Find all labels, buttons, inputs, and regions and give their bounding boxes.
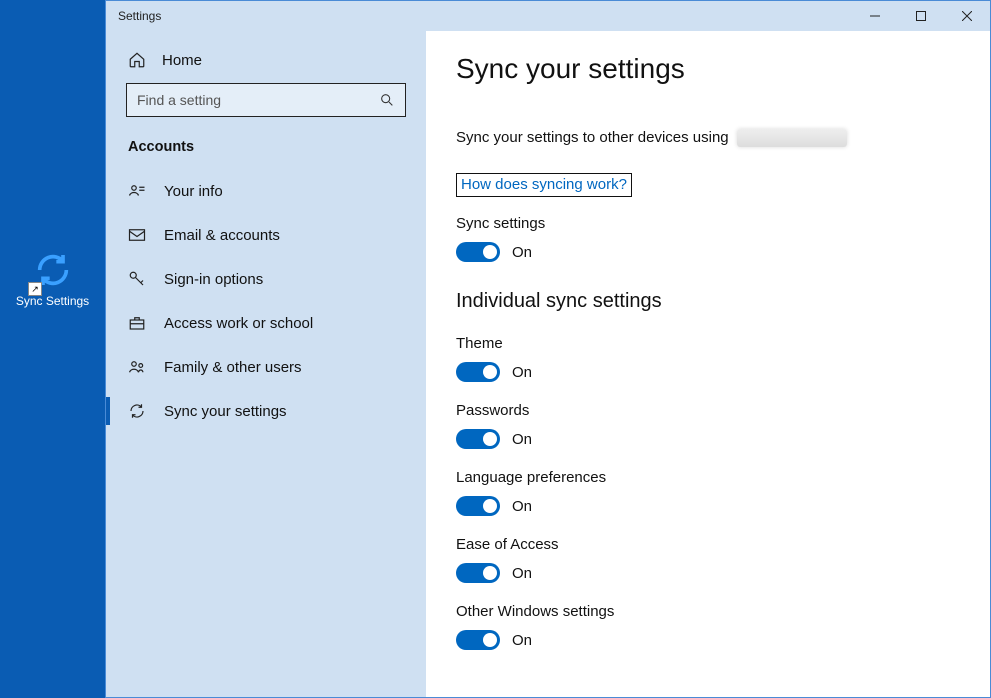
- sync-settings-state: On: [512, 244, 532, 261]
- language-label: Language preferences: [456, 469, 960, 486]
- sync-settings-toggle[interactable]: [456, 242, 500, 262]
- sidebar-item-label: Family & other users: [164, 359, 302, 376]
- mail-icon: [128, 226, 146, 244]
- sidebar-category: Accounts: [126, 139, 406, 155]
- home-icon: [128, 51, 146, 69]
- ease-access-state: On: [512, 565, 532, 582]
- content-pane[interactable]: Sync your settings Sync your settings to…: [426, 31, 990, 697]
- theme-label: Theme: [456, 335, 960, 352]
- sidebar-item-signin-options[interactable]: Sign-in options: [126, 257, 406, 301]
- people-icon: [128, 358, 146, 376]
- ease-access-toggle[interactable]: [456, 563, 500, 583]
- key-icon: [128, 270, 146, 288]
- desktop-background: ↗ Sync Settings: [0, 0, 105, 698]
- account-name-redacted: [737, 129, 847, 147]
- settings-window: Settings Home Accounts: [105, 0, 991, 698]
- ease-access-label: Ease of Access: [456, 536, 960, 553]
- maximize-button[interactable]: [898, 1, 944, 31]
- sidebar-item-sync-settings[interactable]: Sync your settings: [126, 389, 406, 433]
- sync-icon: [128, 402, 146, 420]
- page-title: Sync your settings: [456, 53, 960, 85]
- passwords-toggle[interactable]: [456, 429, 500, 449]
- home-button[interactable]: Home: [126, 45, 406, 83]
- home-label: Home: [162, 52, 202, 69]
- other-windows-label: Other Windows settings: [456, 603, 960, 620]
- close-button[interactable]: [944, 1, 990, 31]
- window-title: Settings: [118, 9, 852, 23]
- desktop-shortcut-sync-settings[interactable]: ↗ Sync Settings: [0, 250, 105, 308]
- sidebar-item-access-work-school[interactable]: Access work or school: [126, 301, 406, 345]
- search-input[interactable]: [126, 83, 406, 117]
- sidebar-item-label: Access work or school: [164, 315, 313, 332]
- help-link[interactable]: How does syncing work?: [461, 176, 627, 193]
- sidebar-item-family-users[interactable]: Family & other users: [126, 345, 406, 389]
- sync-settings-label: Sync settings: [456, 215, 960, 232]
- sidebar-item-label: Email & accounts: [164, 227, 280, 244]
- language-toggle[interactable]: [456, 496, 500, 516]
- theme-state: On: [512, 364, 532, 381]
- search-field[interactable]: [137, 92, 379, 108]
- sidebar-item-email-accounts[interactable]: Email & accounts: [126, 213, 406, 257]
- sidebar-item-label: Your info: [164, 183, 223, 200]
- search-icon: [379, 92, 395, 108]
- minimize-button[interactable]: [852, 1, 898, 31]
- desktop-shortcut-label: Sync Settings: [0, 294, 105, 308]
- passwords-state: On: [512, 431, 532, 448]
- titlebar[interactable]: Settings: [106, 1, 990, 31]
- sidebar-item-label: Sync your settings: [164, 403, 287, 420]
- briefcase-icon: [128, 314, 146, 332]
- language-state: On: [512, 498, 532, 515]
- sync-description: Sync your settings to other devices usin…: [456, 129, 960, 147]
- shortcut-overlay-icon: ↗: [28, 282, 42, 296]
- individual-section-title: Individual sync settings: [456, 290, 960, 313]
- other-windows-toggle[interactable]: [456, 630, 500, 650]
- sidebar-item-label: Sign-in options: [164, 271, 263, 288]
- sidebar: Home Accounts Your info Email & accounts: [106, 31, 426, 697]
- theme-toggle[interactable]: [456, 362, 500, 382]
- other-windows-state: On: [512, 632, 532, 649]
- help-link-box: How does syncing work?: [456, 173, 632, 197]
- person-badge-icon: [128, 182, 146, 200]
- sidebar-item-your-info[interactable]: Your info: [126, 169, 406, 213]
- passwords-label: Passwords: [456, 402, 960, 419]
